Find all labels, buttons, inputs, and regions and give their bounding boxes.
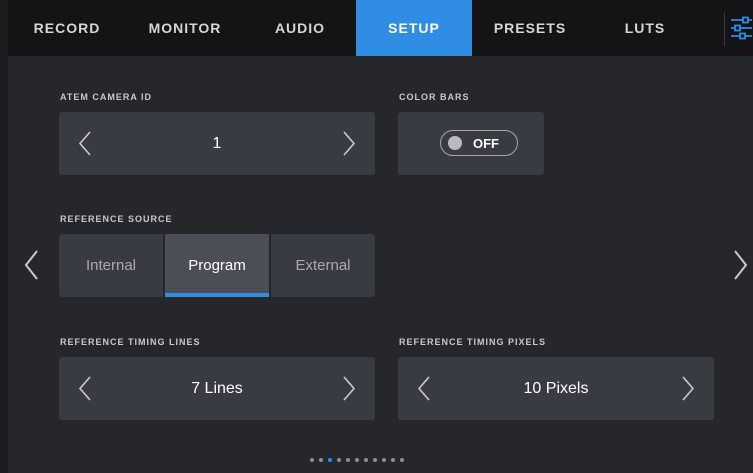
atem-camera-id-value: 1 [212,134,222,152]
chevron-left-icon[interactable] [73,112,99,175]
tab-record[interactable]: RECORD [8,0,126,56]
reference-timing-pixels-label: REFERENCE TIMING PIXELS [399,337,547,347]
reference-timing-lines-value: 7 Lines [191,379,243,397]
tab-presets-label: PRESETS [493,20,567,36]
atem-camera-id-label: ATEM CAMERA ID [60,92,152,102]
page-dot[interactable] [364,458,368,462]
reference-source-external[interactable]: External [271,234,375,297]
tab-monitor[interactable]: MONITOR [126,0,244,56]
chevron-right-icon[interactable] [674,357,700,420]
reference-timing-lines-control: 7 Lines [59,357,375,420]
selected-indicator [165,293,269,297]
previous-page-arrow-icon[interactable] [22,248,42,282]
toggle-knob [448,136,462,150]
color-bars-toggle[interactable]: OFF [440,130,518,156]
tab-audio-label: AUDIO [274,20,326,36]
page-dot[interactable] [355,458,359,462]
reference-source-internal[interactable]: Internal [59,234,163,297]
tab-luts-label: LUTS [624,20,666,36]
chevron-left-icon[interactable] [412,357,438,420]
page-dot[interactable] [310,458,314,462]
page-dot[interactable] [391,458,395,462]
reference-timing-pixels-control: 10 Pixels [398,357,714,420]
settings-sliders-icon[interactable] [730,12,753,44]
tab-monitor-label: MONITOR [148,20,222,36]
tab-setup-label: SETUP [388,20,440,36]
color-bars-state: OFF [473,135,499,151]
page-dot[interactable] [373,458,377,462]
atem-camera-id-control: 1 [59,112,375,175]
reference-source-internal-label: Internal [85,257,137,274]
page-dot[interactable] [319,458,323,462]
tab-bar: RECORD MONITOR AUDIO SETUP PRESETS LUTS [8,0,753,56]
reference-timing-pixels-value: 10 Pixels [523,379,589,397]
setup-screen: RECORD MONITOR AUDIO SETUP PRESETS LUTS … [8,0,753,473]
page-indicator [8,455,753,465]
chevron-right-icon[interactable] [335,112,361,175]
reference-source-program-label: Program [188,257,246,274]
page-dot[interactable] [346,458,350,462]
chevron-right-icon[interactable] [335,357,361,420]
reference-source-program[interactable]: Program [165,234,269,297]
tab-audio[interactable]: AUDIO [244,0,356,56]
reference-source-label: REFERENCE SOURCE [60,214,173,224]
page-dot[interactable] [328,458,332,462]
tab-presets[interactable]: PRESETS [472,0,588,56]
next-page-arrow-icon[interactable] [730,248,750,282]
chevron-left-icon[interactable] [73,357,99,420]
tab-luts[interactable]: LUTS [588,0,702,56]
tab-divider [724,12,725,46]
reference-source-external-label: External [295,257,351,274]
page-dot[interactable] [337,458,341,462]
page-dot[interactable] [382,458,386,462]
page-dot[interactable] [400,458,404,462]
color-bars-label: COLOR BARS [399,92,470,102]
tab-record-label: RECORD [33,20,101,36]
tab-setup[interactable]: SETUP [356,0,472,56]
reference-timing-lines-label: REFERENCE TIMING LINES [60,337,201,347]
